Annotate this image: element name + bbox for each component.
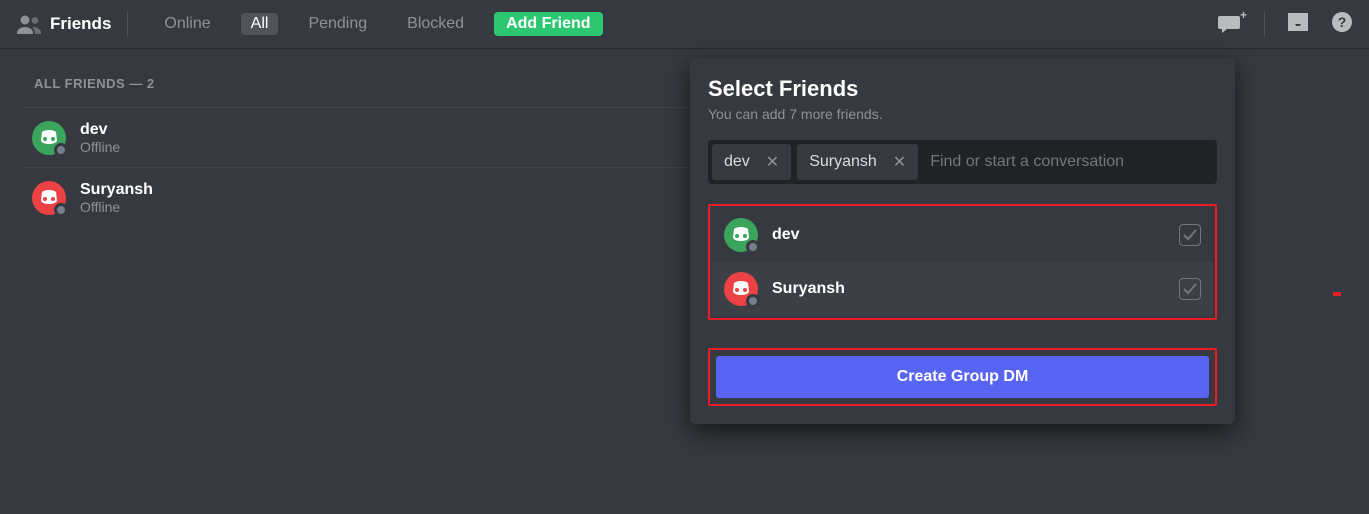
avatar xyxy=(724,272,758,306)
popout-title: Select Friends xyxy=(708,76,1217,102)
friend-chip[interactable]: dev ✕ xyxy=(712,144,791,180)
friend-name: dev xyxy=(772,226,1165,244)
avatar xyxy=(724,218,758,252)
select-checkbox[interactable] xyxy=(1179,224,1201,246)
friend-status: Offline xyxy=(80,199,153,215)
search-input[interactable] xyxy=(924,144,1213,180)
status-offline-icon xyxy=(746,294,760,308)
inbox-icon[interactable] xyxy=(1287,12,1309,37)
selected-friends-input[interactable]: dev ✕ Suryansh ✕ xyxy=(708,140,1217,184)
chip-label: dev xyxy=(724,153,750,171)
friend-chip[interactable]: Suryansh ✕ xyxy=(797,144,918,180)
friend-select-row[interactable]: Suryansh xyxy=(712,262,1213,316)
status-offline-icon xyxy=(54,203,68,217)
create-button-highlight: Create Group DM xyxy=(708,348,1217,406)
status-offline-icon xyxy=(746,240,760,254)
remove-chip-icon[interactable]: ✕ xyxy=(766,152,779,172)
annotation-mark xyxy=(1333,292,1341,296)
avatar xyxy=(32,181,66,215)
select-friends-popout: Select Friends You can add 7 more friend… xyxy=(690,58,1235,424)
remove-chip-icon[interactable]: ✕ xyxy=(893,152,906,172)
help-icon[interactable]: ? xyxy=(1331,11,1353,38)
friend-select-list: dev Suryansh xyxy=(708,204,1217,320)
tab-blocked[interactable]: Blocked xyxy=(397,13,474,35)
friend-select-row[interactable]: dev xyxy=(712,208,1213,262)
divider xyxy=(127,12,128,36)
select-checkbox[interactable] xyxy=(1179,278,1201,300)
friends-icon xyxy=(16,14,42,34)
avatar xyxy=(32,121,66,155)
svg-text:?: ? xyxy=(1338,14,1347,30)
add-friend-button[interactable]: Add Friend xyxy=(494,12,602,36)
divider xyxy=(1264,12,1265,36)
friend-status: Offline xyxy=(80,139,120,155)
tab-pending[interactable]: Pending xyxy=(298,13,377,35)
friend-name: Suryansh xyxy=(80,180,153,199)
tab-all[interactable]: All xyxy=(241,13,279,35)
new-group-dm-icon[interactable]: + xyxy=(1218,14,1242,34)
friend-name: dev xyxy=(80,120,120,139)
popout-hint: You can add 7 more friends. xyxy=(708,106,1217,122)
plus-badge: + xyxy=(1240,9,1247,21)
create-group-dm-button[interactable]: Create Group DM xyxy=(716,356,1209,398)
page-title: Friends xyxy=(50,14,111,34)
tab-online[interactable]: Online xyxy=(154,13,220,35)
status-offline-icon xyxy=(54,143,68,157)
friend-name: Suryansh xyxy=(772,280,1165,298)
chip-label: Suryansh xyxy=(809,153,877,171)
